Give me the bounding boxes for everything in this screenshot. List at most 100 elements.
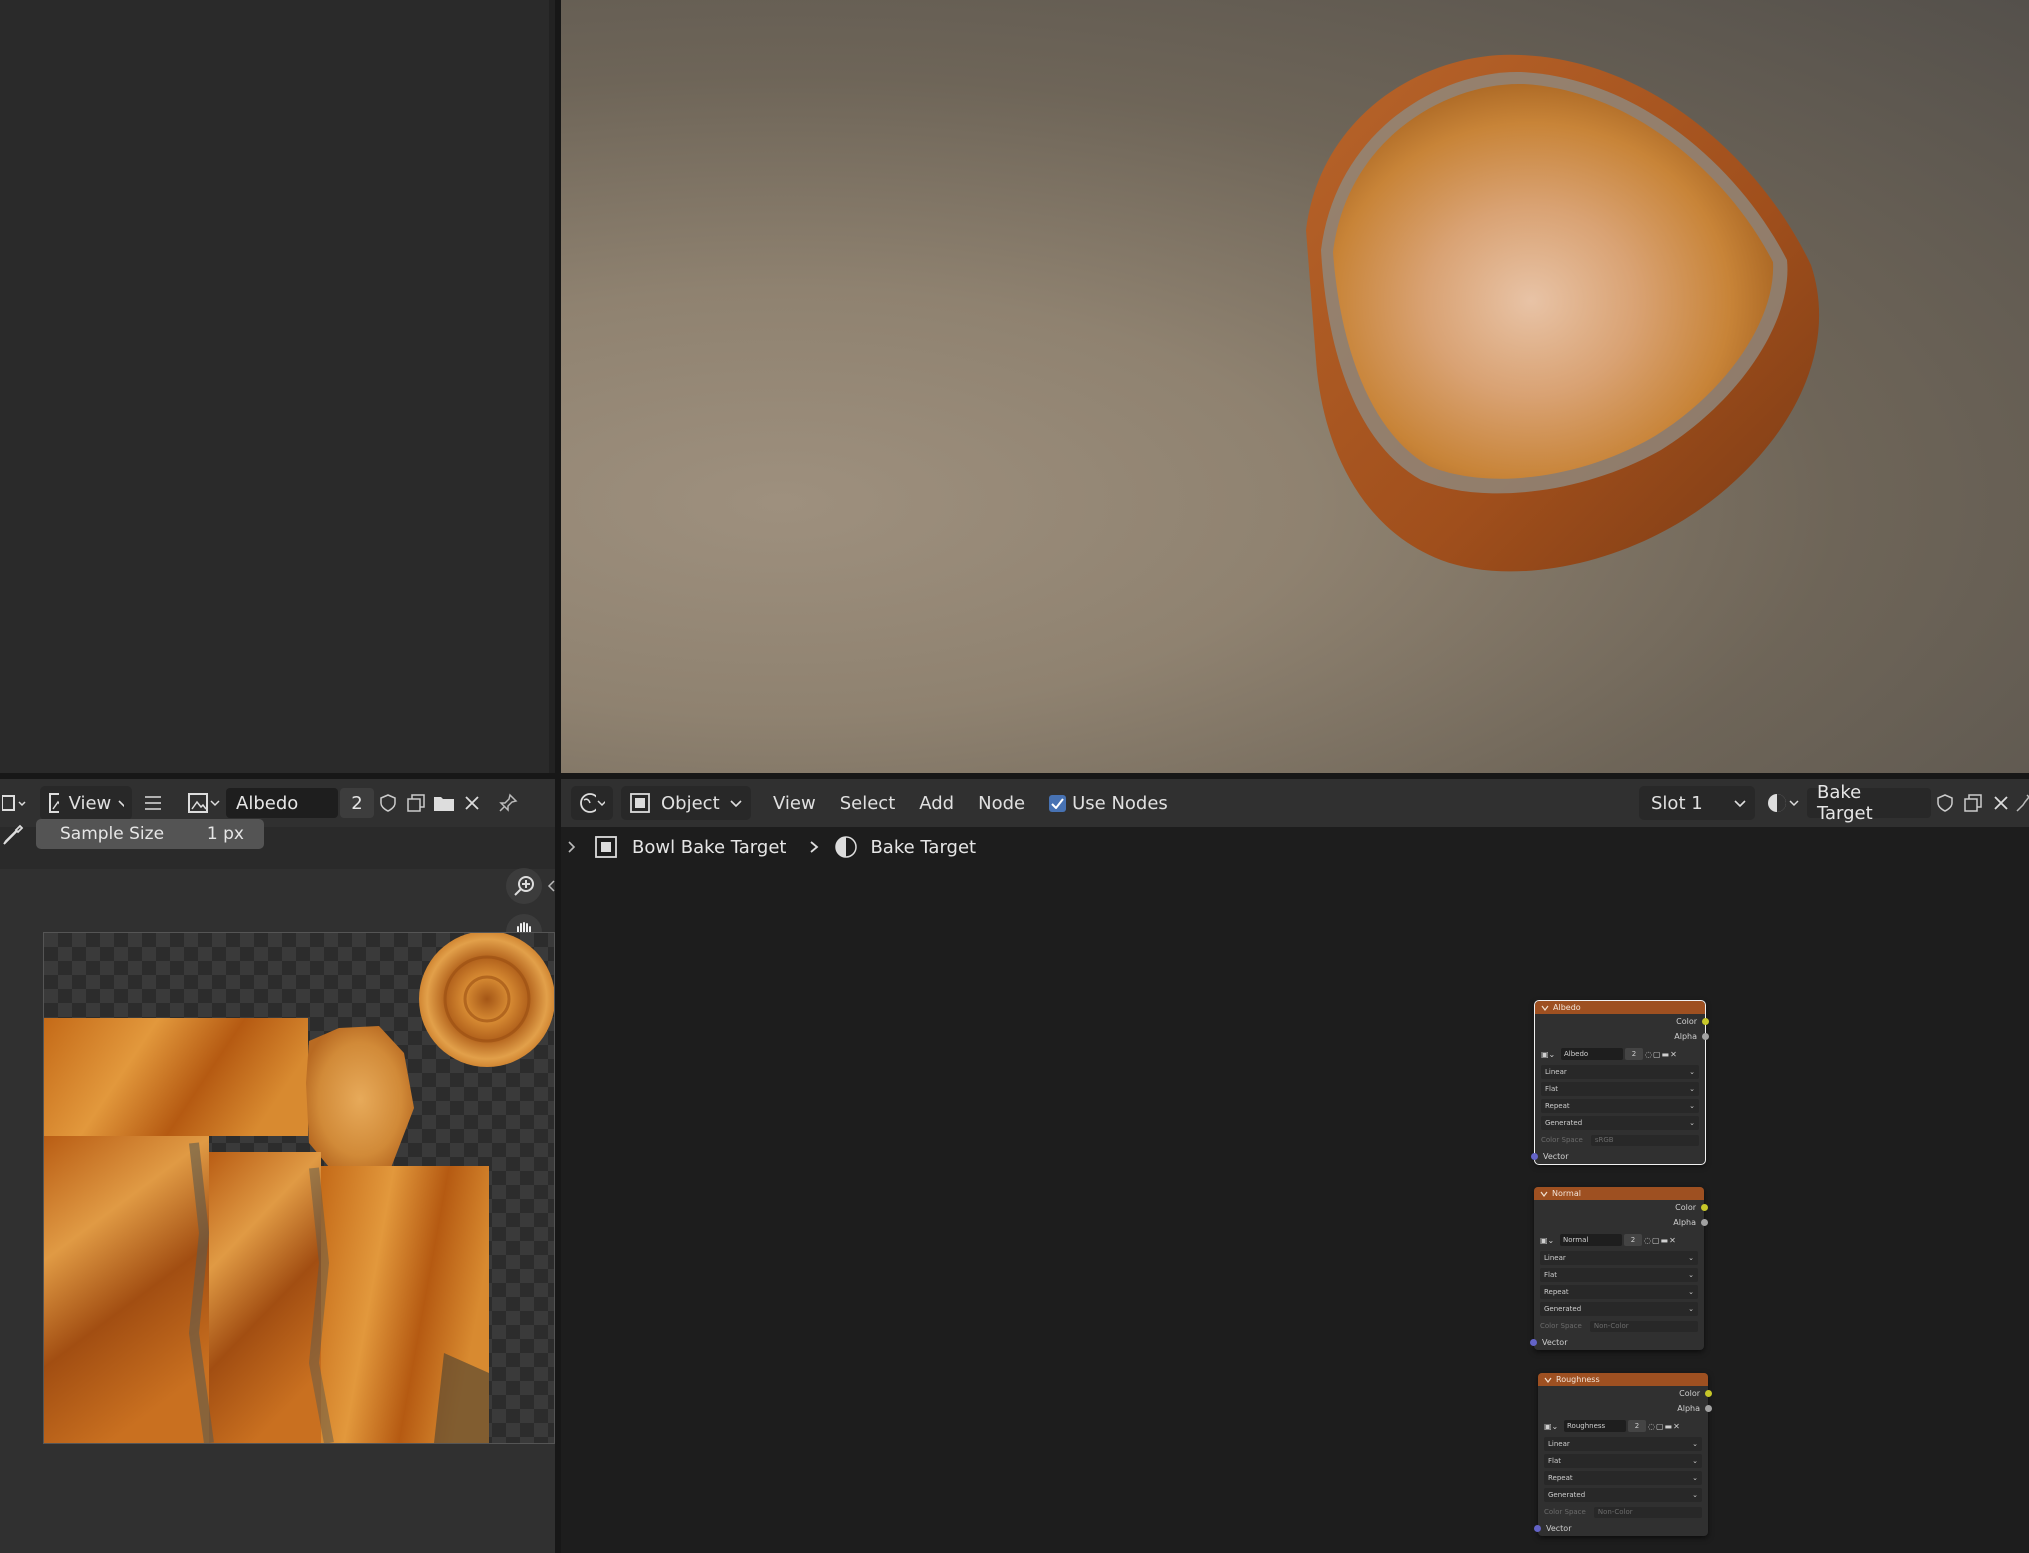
- image-icon[interactable]: ▣⌄: [1544, 1422, 1562, 1431]
- alpha-socket[interactable]: [1702, 1033, 1709, 1040]
- breadcrumb-material: Bake Target: [870, 836, 977, 858]
- node-header[interactable]: Roughness: [1538, 1373, 1708, 1386]
- image-selector-row: ▣⌄ Roughness 2 ◌▢▬✕: [1544, 1418, 1702, 1434]
- object-mode-dropdown[interactable]: Object: [621, 786, 751, 820]
- interpolation-dropdown[interactable]: Linear ⌄: [1541, 1065, 1699, 1079]
- open-folder-icon[interactable]: [430, 788, 458, 818]
- source-dropdown[interactable]: Generated ⌄: [1540, 1302, 1698, 1316]
- image-icon: [188, 793, 208, 813]
- source-dropdown[interactable]: Generated ⌄: [1544, 1488, 1702, 1502]
- duplicate-icon[interactable]: [402, 788, 430, 818]
- chevron-down-icon: ⌄: [1689, 1085, 1695, 1093]
- image-name-field[interactable]: Roughness: [1564, 1420, 1626, 1432]
- hamburger-menu-icon[interactable]: [138, 795, 168, 811]
- slot-label: Slot 1: [1651, 792, 1703, 814]
- collapse-chevron-icon[interactable]: [1540, 1190, 1548, 1198]
- chevron-down-icon: [210, 800, 220, 807]
- vector-socket[interactable]: [1534, 1525, 1541, 1532]
- close-icon[interactable]: [458, 788, 486, 818]
- image-name-field[interactable]: Albedo: [226, 788, 338, 818]
- node-header[interactable]: Albedo: [1535, 1001, 1705, 1014]
- material-browse-button[interactable]: [1763, 792, 1803, 814]
- users-count[interactable]: 2: [340, 788, 374, 818]
- dropdown-value: Generated: [1548, 1491, 1586, 1499]
- close-icon[interactable]: [1987, 788, 2015, 818]
- color-space-value: Non-Color: [1589, 1320, 1698, 1332]
- menu-node[interactable]: Node: [978, 793, 1025, 814]
- image-texture-node-albedo[interactable]: Albedo Color Alpha ▣⌄ Albedo 2 ◌▢▬✕ Line…: [1531, 1000, 1709, 1165]
- node-title: Roughness: [1556, 1375, 1600, 1384]
- alpha-socket[interactable]: [1701, 1219, 1708, 1226]
- node-image-actions-icon[interactable]: ◌▢▬✕: [1645, 1050, 1678, 1059]
- menu-select[interactable]: Select: [840, 793, 896, 814]
- color-socket[interactable]: [1705, 1390, 1712, 1397]
- node-image-actions-icon[interactable]: ◌▢▬✕: [1648, 1422, 1681, 1431]
- node-image-actions-icon[interactable]: ◌▢▬✕: [1644, 1236, 1677, 1245]
- dropdown-value: Flat: [1548, 1457, 1562, 1465]
- vector-socket[interactable]: [1531, 1153, 1538, 1160]
- source-dropdown[interactable]: Generated ⌄: [1541, 1116, 1699, 1130]
- pin-icon[interactable]: [494, 788, 522, 818]
- dropdown-value: Generated: [1544, 1305, 1582, 1313]
- color-socket[interactable]: [1702, 1018, 1709, 1025]
- vector-socket[interactable]: [1530, 1339, 1537, 1346]
- collapse-chevron-icon[interactable]: [1544, 1376, 1552, 1384]
- image-browse-button[interactable]: [184, 792, 224, 814]
- image-icon[interactable]: ▣⌄: [1540, 1236, 1558, 1245]
- interpolation-dropdown[interactable]: Linear ⌄: [1544, 1437, 1702, 1451]
- image-name-field[interactable]: Normal: [1560, 1234, 1622, 1246]
- image-icon[interactable]: ▣⌄: [1541, 1050, 1559, 1059]
- fake-user-shield-icon[interactable]: [1931, 788, 1959, 818]
- chevron-down-icon: ⌄: [1688, 1254, 1694, 1262]
- view-menu[interactable]: View: [40, 786, 132, 820]
- extension-dropdown[interactable]: Repeat ⌄: [1540, 1285, 1698, 1299]
- node-header[interactable]: Normal: [1534, 1187, 1704, 1200]
- texture-canvas[interactable]: [43, 932, 555, 1444]
- 3d-viewport[interactable]: [561, 0, 2029, 773]
- chevron-down-icon: [597, 800, 605, 807]
- bowl-render: [1306, 54, 1820, 572]
- editor-type-button[interactable]: [571, 786, 613, 820]
- sidebar-toggle-icon[interactable]: [546, 878, 556, 894]
- users-count[interactable]: 2: [1628, 1420, 1646, 1432]
- image-texture-node-roughness[interactable]: Roughness Color Alpha ▣⌄ Roughness 2 ◌▢▬…: [1534, 1373, 1712, 1536]
- extension-dropdown[interactable]: Repeat ⌄: [1541, 1099, 1699, 1113]
- chevron-right-icon[interactable]: [566, 839, 578, 855]
- projection-dropdown[interactable]: Flat ⌄: [1540, 1268, 1698, 1282]
- chevron-down-icon: [118, 800, 124, 807]
- users-count[interactable]: 2: [1624, 1234, 1642, 1246]
- projection-dropdown[interactable]: Flat ⌄: [1544, 1454, 1702, 1468]
- duplicate-icon[interactable]: [1959, 788, 1987, 818]
- users-count[interactable]: 2: [1625, 1048, 1643, 1060]
- collapse-chevron-icon[interactable]: [1541, 1004, 1549, 1012]
- image-texture-node-normal[interactable]: Normal Color Alpha ▣⌄ Normal 2 ◌▢▬✕ Line…: [1530, 1187, 1708, 1350]
- output-alpha: Alpha: [1534, 1215, 1708, 1230]
- breadcrumb-object: Bowl Bake Target: [632, 836, 787, 858]
- use-nodes-toggle[interactable]: Use Nodes: [1049, 793, 1168, 814]
- color-space-value: sRGB: [1590, 1134, 1699, 1146]
- projection-dropdown[interactable]: Flat ⌄: [1541, 1082, 1699, 1096]
- image-name-field[interactable]: Albedo: [1561, 1048, 1623, 1060]
- menu-add[interactable]: Add: [919, 793, 954, 814]
- extension-dropdown[interactable]: Repeat ⌄: [1544, 1471, 1702, 1485]
- zoom-icon[interactable]: [506, 868, 542, 904]
- chevron-down-icon: [730, 800, 742, 808]
- dropdown-value: Linear: [1545, 1068, 1567, 1076]
- input-vector: Vector: [1530, 1335, 1704, 1350]
- node-editor-area[interactable]: [561, 827, 2029, 1553]
- pin-icon[interactable]: [2015, 788, 2029, 818]
- editor-type-button[interactable]: [0, 793, 28, 813]
- users-count-text: 2: [351, 792, 363, 814]
- alpha-socket[interactable]: [1705, 1405, 1712, 1412]
- fake-user-shield-icon[interactable]: [374, 788, 402, 818]
- eyedropper-icon[interactable]: [2, 824, 26, 848]
- socket-label: Color: [1679, 1389, 1700, 1398]
- menu-view[interactable]: View: [773, 793, 816, 814]
- dropdown-value: Flat: [1545, 1085, 1559, 1093]
- material-name-field[interactable]: Bake Target: [1807, 782, 1931, 824]
- color-socket[interactable]: [1701, 1204, 1708, 1211]
- sample-size-field[interactable]: Sample Size 1 px: [36, 819, 264, 849]
- interpolation-dropdown[interactable]: Linear ⌄: [1540, 1251, 1698, 1265]
- slot-dropdown[interactable]: Slot 1: [1639, 786, 1755, 820]
- object-icon: [595, 836, 617, 858]
